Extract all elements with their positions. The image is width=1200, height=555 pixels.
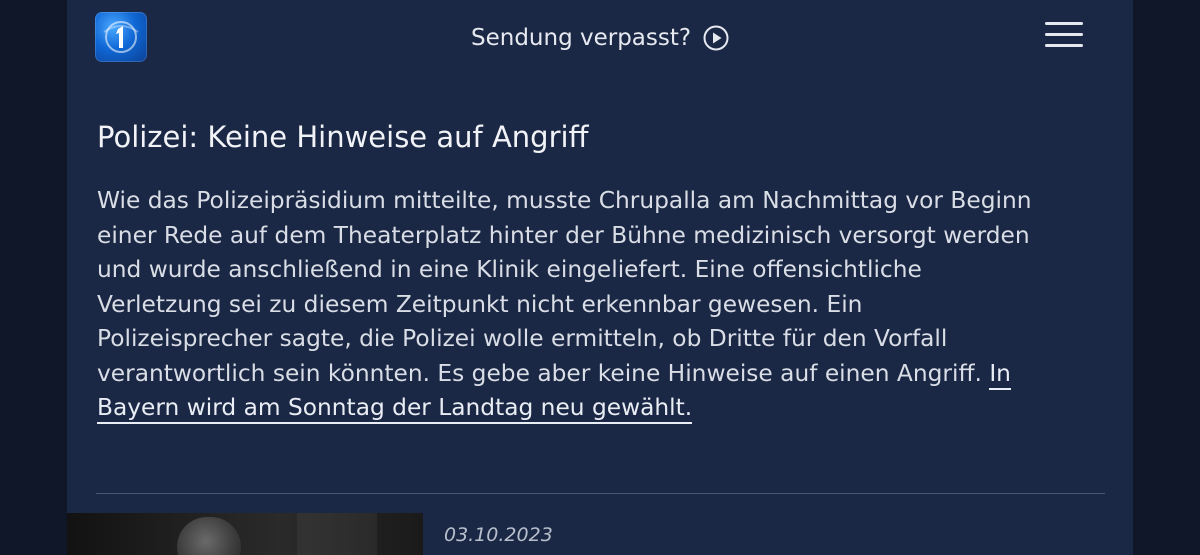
paragraph-line: Polizeisprecher sagte, die Polizei wolle…: [97, 325, 948, 352]
paragraph-line: Wie das Polizeipräsidium mitteilte, muss…: [97, 187, 1032, 214]
paragraph-line-with-link: verantwortlich sein könnten. Es gebe abe…: [97, 357, 1107, 392]
bavaria-election-link[interactable]: In: [989, 359, 1011, 390]
missed-broadcast-label: Sendung verpasst?: [471, 25, 692, 51]
paragraph-line-text: verantwortlich sein könnten. Es gebe abe…: [97, 359, 990, 387]
thumbnail-highlight: [297, 513, 377, 555]
article-page: Sendung verpasst? Polizei: Keine Hinweis…: [67, 0, 1133, 555]
menu-bar-bottom: [1045, 44, 1083, 47]
site-header: Sendung verpasst?: [67, 0, 1133, 80]
missed-broadcast-button[interactable]: Sendung verpasst?: [471, 20, 729, 56]
bavaria-election-link-continued[interactable]: Bayern wird am Sonntag der Landtag neu g…: [97, 394, 693, 424]
menu-bar-top: [1045, 22, 1083, 25]
thumbnail-person: [177, 517, 241, 555]
left-gutter: [0, 0, 67, 555]
teaser-video-thumbnail[interactable]: [67, 513, 423, 555]
hamburger-menu-icon[interactable]: [1045, 22, 1083, 54]
paragraph-line: einer Rede auf dem Theaterplatz hinter d…: [97, 221, 1030, 249]
section-divider: [96, 493, 1105, 494]
teaser-date: 03.10.2023: [444, 524, 553, 546]
article-paragraph: Wie das Polizeipräsidium mitteilte, muss…: [97, 184, 1107, 426]
logo-globe-icon: [103, 21, 139, 53]
paragraph-line: und wurde anschließend in eine Klinik ei…: [97, 256, 922, 283]
paragraph-line: Verletzung sei zu diesem Zeitpunkt nicht…: [97, 290, 863, 318]
paragraph-line-link-continued: Bayern wird am Sonntag der Landtag neu g…: [97, 391, 1107, 426]
menu-bar-middle: [1045, 33, 1083, 36]
tagesschau-logo[interactable]: [95, 12, 147, 62]
article-subheadline: Polizei: Keine Hinweise auf Angriff: [97, 120, 589, 154]
play-circle-icon: [703, 25, 729, 51]
right-gutter: [1133, 0, 1200, 555]
